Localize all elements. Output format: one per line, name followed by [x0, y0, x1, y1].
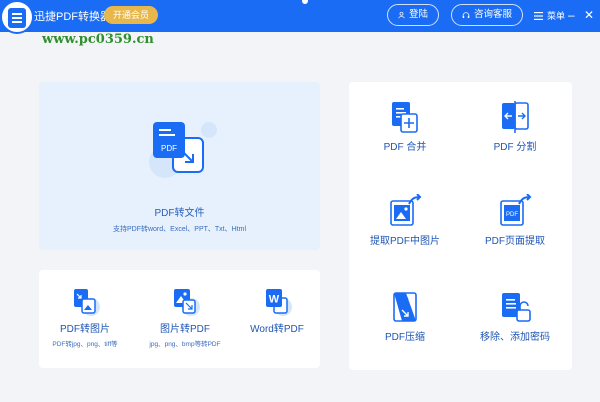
- pdf-merge-label: PDF 合并: [383, 142, 427, 153]
- image-to-pdf-sub: jpg、png、bmp等转PDF: [149, 341, 221, 348]
- hero-icon-text: PDF: [161, 144, 177, 153]
- pdf-compress-icon: [393, 292, 417, 322]
- pdf-to-file-title: PDF转文件: [154, 208, 205, 219]
- image-to-pdf-tool[interactable]: 图片转PDF jpg、png、bmp等转PDF: [143, 286, 227, 348]
- page-extract-icon-text: PDF: [506, 212, 518, 218]
- login-label: 登陆: [408, 9, 428, 20]
- page-extract-label: PDF页面提取: [485, 236, 545, 247]
- word-to-pdf-icon: W: [266, 289, 292, 316]
- image-to-pdf-label: 图片转PDF: [160, 324, 210, 335]
- lock-icon: [502, 293, 531, 322]
- word-to-pdf-tool[interactable]: W Word转PDF: [241, 286, 313, 335]
- customer-service-button[interactable]: 咨询客服: [451, 4, 523, 26]
- page-extract-tool[interactable]: PDF PDF页面提取: [465, 194, 565, 247]
- pdf-split-tool[interactable]: PDF 分割: [465, 100, 565, 153]
- page-extract-icon: PDF: [500, 194, 532, 226]
- extract-image-label: 提取PDF中图片: [370, 236, 440, 247]
- app-logo-icon: [0, 0, 34, 34]
- watermark-text: www.pc0359.cn: [42, 32, 154, 47]
- extract-image-icon: [390, 194, 422, 226]
- pdf-to-image-sub: PDF转jpg、png、tiff等: [52, 341, 118, 348]
- pdf-split-icon: [502, 101, 529, 133]
- image-to-pdf-icon: [174, 289, 200, 316]
- service-label: 咨询客服: [473, 9, 512, 20]
- bottom-tools-card: PDF转图片 PDF转jpg、png、tiff等 图片转PDF jpg、png、…: [39, 270, 320, 368]
- pdf-to-file-card[interactable]: PDF PDF转文件 支持PDF转word、Excel、PPT、Txt、Html: [39, 82, 320, 250]
- extract-image-tool[interactable]: 提取PDF中图片: [355, 194, 455, 247]
- menu-button[interactable]: 菜单: [534, 9, 565, 22]
- headset-icon: [462, 11, 470, 18]
- vip-button[interactable]: 开通会员: [104, 6, 158, 24]
- pdf-merge-tool[interactable]: PDF 合并: [355, 100, 455, 153]
- title-bar: 迅捷PDF转换器 开通会员 登陆 咨询客服 菜单 – ✕: [0, 0, 600, 34]
- right-tools-card: PDF 合并 PDF 分割 提取PDF中图片 PDF PDF页面提取 PDF压缩…: [349, 82, 572, 370]
- pdf-to-image-tool[interactable]: PDF转图片 PDF转jpg、png、tiff等: [49, 286, 121, 348]
- menu-label: 菜单: [547, 11, 566, 21]
- pdf-to-file-subtitle: 支持PDF转word、Excel、PPT、Txt、Html: [112, 226, 246, 233]
- word-icon-letter: W: [269, 294, 280, 306]
- login-button[interactable]: 登陆: [387, 4, 439, 26]
- user-icon: [398, 11, 405, 19]
- word-to-pdf-label: Word转PDF: [250, 324, 304, 335]
- app-title: 迅捷PDF转换器: [34, 11, 111, 23]
- minimize-button[interactable]: –: [568, 8, 575, 22]
- window-drag-handle: [302, 0, 308, 4]
- pdf-to-image-label: PDF转图片: [60, 324, 110, 335]
- pdf-convert-icon: PDF: [149, 122, 217, 178]
- pdf-split-label: PDF 分割: [493, 142, 537, 153]
- pdf-to-image-icon: [74, 289, 100, 316]
- password-label: 移除、添加密码: [480, 332, 550, 343]
- pdf-compress-tool[interactable]: PDF压缩: [355, 290, 455, 343]
- close-button[interactable]: ✕: [584, 8, 594, 22]
- pdf-merge-icon: [392, 102, 418, 133]
- password-tool[interactable]: 移除、添加密码: [465, 290, 565, 343]
- hamburger-icon: [534, 11, 543, 20]
- pdf-compress-label: PDF压缩: [385, 332, 425, 343]
